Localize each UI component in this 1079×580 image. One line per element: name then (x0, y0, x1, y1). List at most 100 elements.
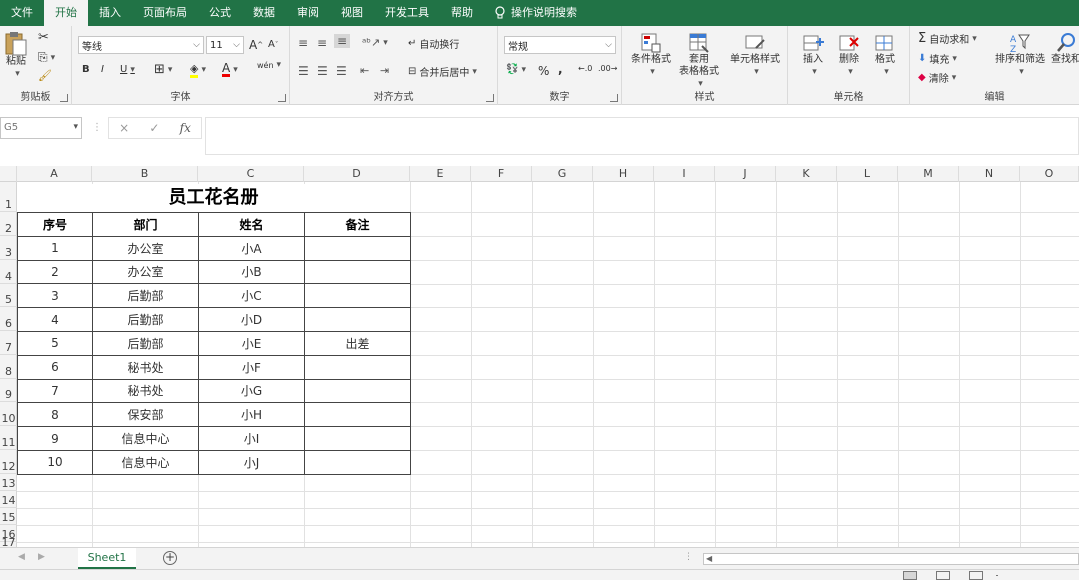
tab-review[interactable]: 审阅 (286, 0, 330, 26)
underline-button[interactable]: U ▾ (120, 64, 135, 75)
scroll-left-arrow-icon[interactable]: ◀ (706, 554, 712, 563)
tab-page-layout[interactable]: 页面布局 (132, 0, 198, 26)
sort-filter-button[interactable]: AZ 排序和筛选 ▾ (992, 32, 1048, 78)
cut-button[interactable]: ✂ (38, 30, 49, 45)
comma-button[interactable]: , (558, 62, 563, 76)
table-cell[interactable] (304, 283, 411, 309)
fill-color-button[interactable]: ◈ ▾ (190, 62, 206, 78)
column-header-f[interactable]: F (471, 166, 532, 182)
align-left-button[interactable]: ☰ (298, 64, 309, 78)
alignment-launcher[interactable] (486, 94, 494, 102)
find-select-button[interactable]: 查找和 (1048, 32, 1079, 66)
align-right-button[interactable]: ☰ (336, 64, 347, 78)
row-header-4[interactable]: 4 (0, 260, 17, 284)
middle-align-button[interactable]: ≡ (317, 36, 327, 50)
table-cell[interactable]: 3 (17, 283, 93, 309)
table-cell[interactable]: 秘书处 (92, 354, 199, 380)
row-header-11[interactable]: 11 (0, 426, 17, 450)
accounting-format-button[interactable]: 💱 ▾ (506, 64, 526, 75)
font-color-button[interactable]: A ▾ (222, 62, 238, 77)
scroll-left-icon[interactable]: ◀ (18, 552, 25, 562)
cell-styles-button[interactable]: 单元格样式 ▾ (726, 32, 784, 78)
phonetic-button[interactable]: wén ▾ (257, 60, 281, 70)
zoom-out-icon[interactable] (996, 575, 998, 576)
fill-button[interactable]: ⬇ 填充 ▾ (918, 51, 957, 66)
merge-center-button[interactable]: ⊟ 合并后居中 ▾ (408, 64, 477, 79)
header-cell[interactable]: 姓名 (198, 212, 305, 237)
column-header-k[interactable]: K (776, 166, 837, 182)
align-center-button[interactable]: ☰ (317, 64, 328, 78)
table-cell[interactable]: 4 (17, 307, 93, 332)
row-header-15[interactable]: 15 (0, 508, 17, 525)
bold-button[interactable]: B (82, 64, 90, 75)
cancel-icon[interactable]: × (119, 121, 129, 135)
table-cell[interactable] (304, 259, 411, 285)
row-header-14[interactable]: 14 (0, 491, 17, 508)
row-header-3[interactable]: 3 (0, 236, 17, 260)
page-layout-view-icon[interactable] (936, 571, 950, 580)
add-sheet-button[interactable]: + (163, 551, 177, 565)
formula-input[interactable] (205, 117, 1079, 155)
row-header-9[interactable]: 9 (0, 379, 17, 402)
format-cells-button[interactable]: 格式 ▾ (868, 32, 902, 78)
normal-view-icon[interactable] (903, 571, 917, 580)
table-cell[interactable]: 1 (17, 235, 93, 261)
select-all-corner[interactable] (0, 166, 17, 182)
column-header-h[interactable]: H (593, 166, 654, 182)
wrap-text-button[interactable]: ↵ 自动换行 (408, 36, 459, 51)
table-cell[interactable]: 小A (198, 235, 305, 261)
table-cell[interactable]: 2 (17, 259, 93, 285)
number-launcher[interactable] (610, 94, 618, 102)
clipboard-launcher[interactable] (60, 94, 68, 102)
sheet-title-cell[interactable]: 员工花名册 (17, 184, 410, 212)
autosum-button[interactable]: Σ 自动求和 ▾ (918, 31, 977, 46)
table-cell[interactable]: 办公室 (92, 235, 199, 261)
table-cell[interactable]: 秘书处 (92, 378, 199, 404)
column-header-e[interactable]: E (410, 166, 471, 182)
column-header-b[interactable]: B (92, 166, 198, 182)
insert-function-button[interactable]: fx (180, 121, 191, 135)
table-cell[interactable]: 办公室 (92, 259, 199, 285)
table-cell[interactable]: 10 (17, 449, 93, 475)
table-cell[interactable]: 小F (198, 354, 305, 380)
tab-splitter-icon[interactable]: ⋮ (684, 552, 693, 562)
font-name-select[interactable]: 等线 ⌵ (78, 36, 204, 54)
name-box[interactable]: G5 ▾ (0, 117, 82, 139)
page-break-view-icon[interactable] (969, 571, 983, 580)
clear-button[interactable]: ◆ 清除 ▾ (918, 70, 956, 85)
number-format-select[interactable]: 常规 ⌵ (504, 36, 616, 54)
row-header-13[interactable]: 13 (0, 474, 17, 491)
table-cell[interactable] (304, 449, 411, 475)
format-as-table-button[interactable]: 套用 表格格式▾ (676, 32, 722, 90)
tab-home[interactable]: 开始 (44, 0, 88, 26)
column-header-l[interactable]: L (837, 166, 898, 182)
row-header-2[interactable]: 2 (0, 212, 17, 236)
table-cell[interactable]: 小J (198, 449, 305, 475)
table-cell[interactable]: 9 (17, 426, 93, 451)
table-cell[interactable] (304, 402, 411, 428)
increase-indent-button[interactable]: ⇥ (380, 64, 389, 77)
table-cell[interactable] (304, 307, 411, 332)
table-cell[interactable]: 小D (198, 307, 305, 332)
row-header-10[interactable]: 10 (0, 402, 17, 426)
increase-decimal-button[interactable]: ←.0 (578, 64, 592, 73)
insert-cells-button[interactable]: 插入 ▾ (796, 32, 830, 78)
row-header-6[interactable]: 6 (0, 307, 17, 331)
borders-button[interactable]: ⊞ ▾ (154, 62, 172, 77)
table-cell[interactable]: 6 (17, 354, 93, 380)
header-cell[interactable]: 序号 (17, 212, 93, 237)
table-cell[interactable] (304, 378, 411, 404)
column-header-g[interactable]: G (532, 166, 593, 182)
table-cell[interactable]: 后勤部 (92, 307, 199, 332)
column-header-n[interactable]: N (959, 166, 1020, 182)
table-cell[interactable]: 小G (198, 378, 305, 404)
tab-help[interactable]: 帮助 (440, 0, 484, 26)
column-header-i[interactable]: I (654, 166, 715, 182)
shrink-font-button[interactable]: Aˇ (268, 39, 278, 50)
orientation-button[interactable]: ᵃᵇ↗ ▾ (362, 36, 388, 49)
column-header-a[interactable]: A (17, 166, 92, 182)
table-cell[interactable]: 保安部 (92, 402, 199, 428)
paste-button[interactable]: 粘贴 ▾ (4, 30, 28, 80)
table-cell[interactable]: 后勤部 (92, 330, 199, 356)
tab-developer[interactable]: 开发工具 (374, 0, 440, 26)
